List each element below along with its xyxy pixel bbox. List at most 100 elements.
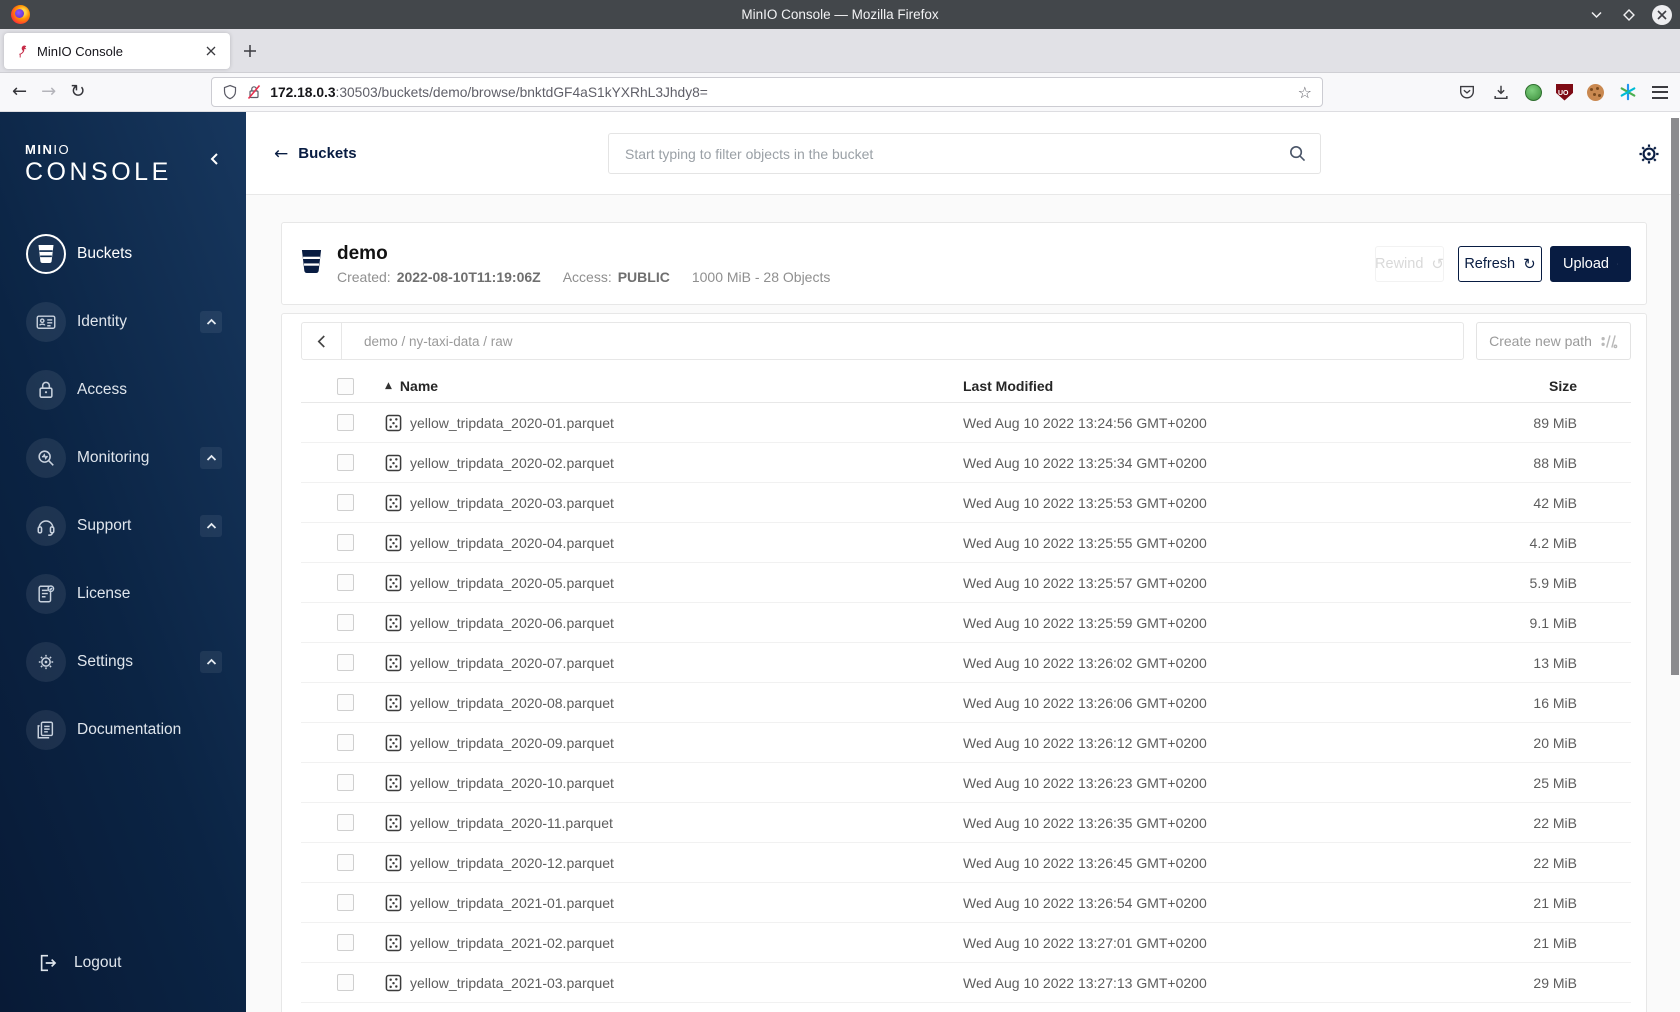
object-name[interactable]: yellow_tripdata_2020-10.parquet — [410, 775, 614, 791]
extension-green-icon[interactable] — [1525, 83, 1542, 101]
table-row[interactable]: yellow_tripdata_2020-03.parquet Wed Aug … — [301, 483, 1631, 523]
column-name[interactable]: Name — [400, 378, 438, 394]
table-row[interactable]: yellow_tripdata_2020-09.parquet Wed Aug … — [301, 723, 1631, 763]
row-checkbox[interactable] — [337, 894, 354, 911]
object-name[interactable]: yellow_tripdata_2020-06.parquet — [410, 615, 614, 631]
page-scrollbar[interactable] — [1671, 118, 1679, 675]
cookie-extension-icon[interactable] — [1587, 83, 1604, 101]
object-name[interactable]: yellow_tripdata_2020-11.parquet — [410, 815, 613, 831]
row-checkbox[interactable] — [337, 694, 354, 711]
row-checkbox[interactable] — [337, 494, 354, 511]
window-close-icon[interactable] — [1652, 4, 1672, 25]
sidebar-item-buckets[interactable]: Buckets — [0, 220, 246, 288]
table-row[interactable]: yellow_tripdata_2020-08.parquet Wed Aug … — [301, 683, 1631, 723]
sidebar-item-monitoring[interactable]: Monitoring — [0, 424, 246, 492]
filter-objects-searchbox[interactable] — [608, 133, 1321, 174]
sort-ascending-icon[interactable]: ▲ — [385, 381, 392, 391]
sidebar-collapse-icon[interactable] — [208, 152, 220, 166]
table-row[interactable]: yellow_tripdata_2020-06.parquet Wed Aug … — [301, 603, 1631, 643]
row-checkbox[interactable] — [337, 414, 354, 431]
sidebar-item-label: Documentation — [77, 721, 182, 738]
table-row[interactable]: yellow_tripdata_2020-04.parquet Wed Aug … — [301, 523, 1631, 563]
forward-button[interactable]: → — [41, 83, 56, 101]
row-checkbox[interactable] — [337, 574, 354, 591]
browser-tab[interactable]: MinIO Console — [4, 33, 230, 69]
table-row[interactable]: yellow_tripdata_2020-07.parquet Wed Aug … — [301, 643, 1631, 683]
object-name[interactable]: yellow_tripdata_2020-02.parquet — [410, 455, 614, 471]
table-row[interactable]: yellow_tripdata_2020-02.parquet Wed Aug … — [301, 443, 1631, 483]
row-checkbox[interactable] — [337, 854, 354, 871]
console-settings-gear-icon[interactable] — [1636, 141, 1662, 167]
parquet-object-icon — [385, 814, 402, 831]
column-last-modified[interactable]: Last Modified — [963, 378, 1457, 394]
column-size[interactable]: Size — [1457, 378, 1631, 394]
sidebar-item-support[interactable]: Support — [0, 492, 246, 560]
reload-button[interactable]: ↻ — [70, 83, 85, 101]
table-row[interactable]: yellow_tripdata_2020-05.parquet Wed Aug … — [301, 563, 1631, 603]
search-input[interactable] — [609, 134, 1320, 173]
sidebar-item-identity[interactable]: Identity — [0, 288, 246, 356]
refresh-button[interactable]: Refresh ↻ — [1458, 245, 1542, 282]
object-name[interactable]: yellow_tripdata_2020-05.parquet — [410, 575, 614, 591]
table-row[interactable]: yellow_tripdata_2021-01.parquet Wed Aug … — [301, 883, 1631, 923]
parquet-object-icon — [385, 614, 402, 631]
downloads-icon[interactable] — [1491, 82, 1511, 102]
sidebar-item-logout[interactable]: Logout — [0, 943, 246, 983]
object-name[interactable]: yellow_tripdata_2020-03.parquet — [410, 495, 614, 511]
chevron-up-icon[interactable] — [200, 311, 222, 333]
object-name[interactable]: yellow_tripdata_2020-08.parquet — [410, 695, 614, 711]
tab-close-icon[interactable] — [202, 42, 220, 60]
table-row[interactable]: yellow_tripdata_2020-01.parquet Wed Aug … — [301, 403, 1631, 443]
url-text[interactable]: 172.18.0.3:30503/buckets/demo/browse/bnk… — [270, 85, 1289, 100]
new-tab-button[interactable] — [238, 39, 262, 63]
row-checkbox[interactable] — [337, 534, 354, 551]
object-name[interactable]: yellow_tripdata_2020-09.parquet — [410, 735, 614, 751]
sidebar-item-access[interactable]: Access — [0, 356, 246, 424]
row-checkbox[interactable] — [337, 454, 354, 471]
object-name[interactable]: yellow_tripdata_2020-01.parquet — [410, 415, 614, 431]
breadcrumb[interactable]: demo / ny-taxi-data / raw — [342, 334, 513, 349]
chevron-up-icon[interactable] — [200, 515, 222, 537]
object-name[interactable]: yellow_tripdata_2021-01.parquet — [410, 895, 614, 911]
upload-button[interactable]: Upload — [1550, 245, 1631, 282]
row-checkbox[interactable] — [337, 774, 354, 791]
table-row[interactable]: yellow_tripdata_2020-10.parquet Wed Aug … — [301, 763, 1631, 803]
object-name[interactable]: yellow_tripdata_2020-12.parquet — [410, 855, 614, 871]
back-to-buckets[interactable]: ← Buckets — [274, 112, 357, 195]
connection-not-secure-icon[interactable] — [246, 84, 262, 100]
row-checkbox[interactable] — [337, 614, 354, 631]
url-bar[interactable]: 172.18.0.3:30503/buckets/demo/browse/bnk… — [211, 77, 1323, 107]
row-checkbox[interactable] — [337, 974, 354, 991]
back-button[interactable]: ← — [12, 83, 27, 101]
object-size: 4.2 MiB — [1529, 534, 1577, 551]
row-checkbox[interactable] — [337, 934, 354, 951]
select-all-checkbox[interactable] — [337, 377, 354, 395]
table-row[interactable]: yellow_tripdata_2021-03.parquet Wed Aug … — [301, 963, 1631, 1003]
object-name[interactable]: yellow_tripdata_2020-04.parquet — [410, 535, 614, 551]
window-minimize-icon[interactable] — [1586, 5, 1606, 25]
object-name[interactable]: yellow_tripdata_2020-07.parquet — [410, 655, 614, 671]
row-checkbox[interactable] — [337, 654, 354, 671]
row-checkbox[interactable] — [337, 734, 354, 751]
pocket-icon[interactable] — [1457, 82, 1477, 102]
breadcrumb-back-button[interactable] — [302, 323, 342, 359]
object-size: 20 MiB — [1533, 734, 1577, 751]
table-row[interactable]: yellow_tripdata_2021-02.parquet Wed Aug … — [301, 923, 1631, 963]
table-row[interactable]: yellow_tripdata_2020-11.parquet Wed Aug … — [301, 803, 1631, 843]
window-maximize-icon[interactable] — [1619, 5, 1639, 25]
chevron-up-icon[interactable] — [200, 651, 222, 673]
ublock-origin-icon[interactable]: UO — [1556, 83, 1573, 101]
sidebar-item-documentation[interactable]: Documentation — [0, 696, 246, 764]
row-checkbox[interactable] — [337, 814, 354, 831]
sidebar-item-settings[interactable]: Settings — [0, 628, 246, 696]
create-new-path-button[interactable]: Create new path — [1476, 322, 1631, 360]
sidebar-item-license[interactable]: License — [0, 560, 246, 628]
bookmark-star-icon[interactable]: ☆ — [1298, 83, 1312, 102]
chevron-up-icon[interactable] — [200, 447, 222, 469]
object-name[interactable]: yellow_tripdata_2021-02.parquet — [410, 935, 614, 951]
extension-asterisk-icon[interactable] — [1618, 82, 1638, 102]
tracking-shield-icon[interactable] — [222, 84, 238, 100]
menu-hamburger-icon[interactable] — [1652, 85, 1668, 99]
object-name[interactable]: yellow_tripdata_2021-03.parquet — [410, 975, 614, 991]
table-row[interactable]: yellow_tripdata_2020-12.parquet Wed Aug … — [301, 843, 1631, 883]
